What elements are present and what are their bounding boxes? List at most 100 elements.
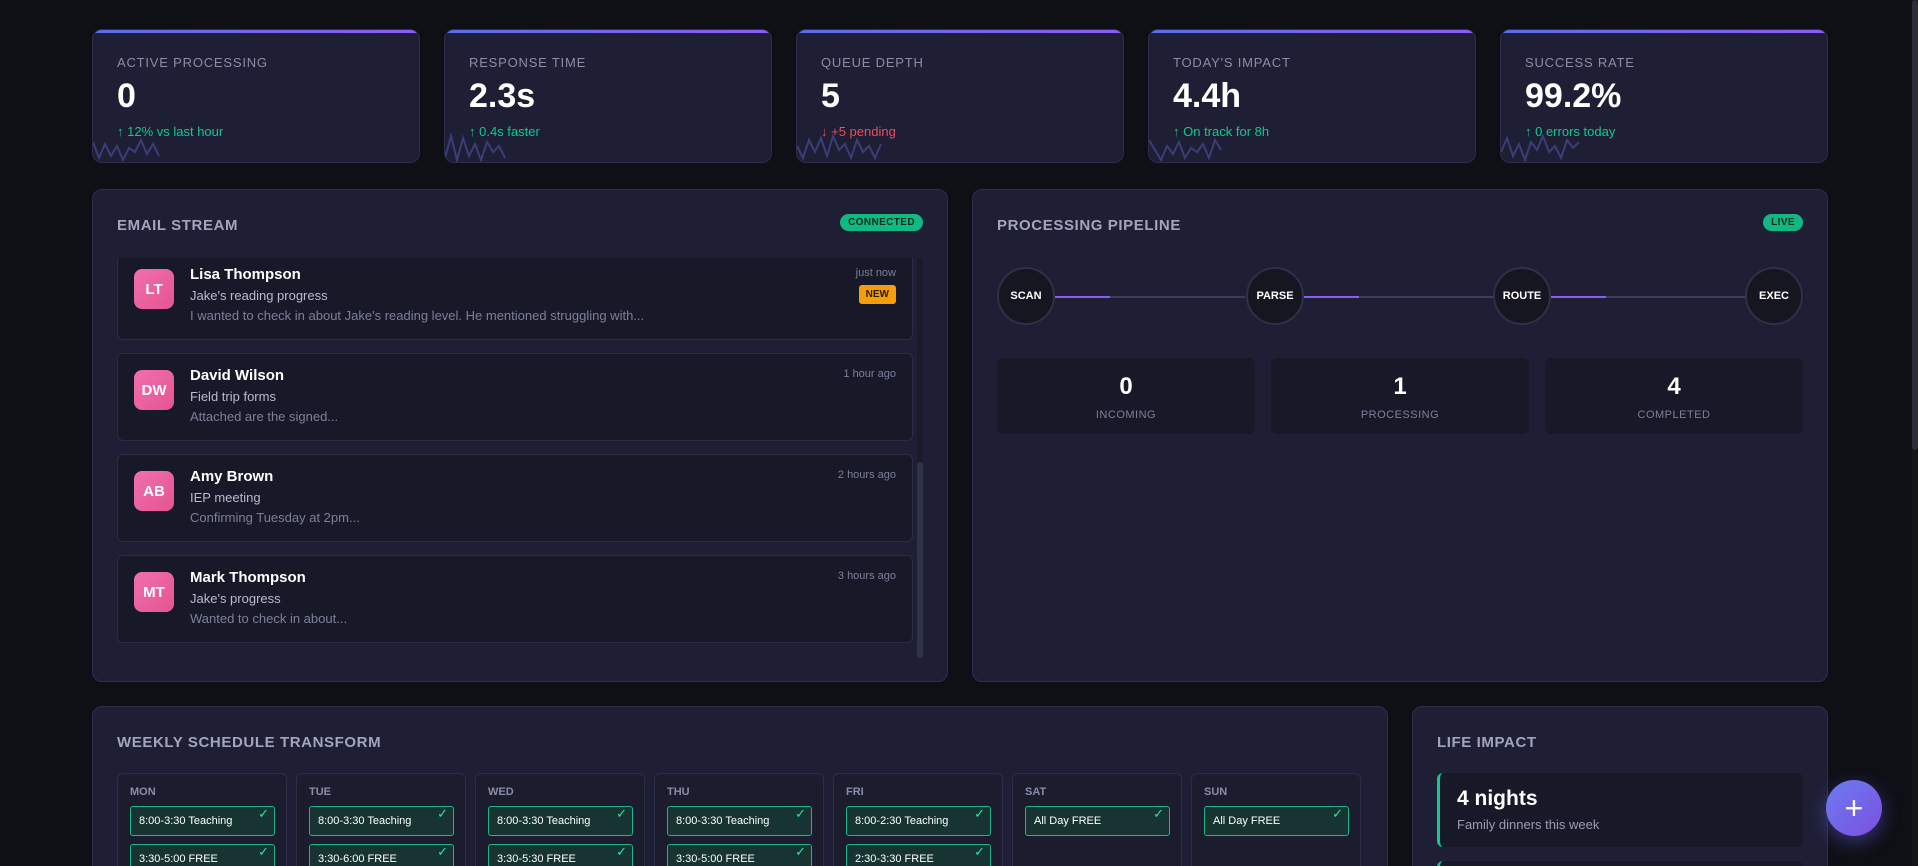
slot-label: 3:30-5:00 FREE	[676, 853, 755, 865]
check-icon: ✓	[437, 806, 448, 821]
email-time: 3 hours ago	[837, 570, 896, 582]
email-sender: Mark Thompson	[190, 569, 306, 586]
slot-label: 8:00-2:30 Teaching	[855, 815, 949, 827]
count-label: INCOMING	[1095, 409, 1157, 421]
stat-delta: ↑ 12% vs last hour	[117, 124, 224, 139]
avatar: MT	[134, 572, 174, 612]
pipeline-stage-route: ROUTE	[1493, 267, 1551, 325]
schedule-day-fri: FRI 8:00-2:30 Teaching ✓ 2:30-3:30 FREE ✓	[833, 773, 1003, 866]
impact-card: 4 nights Family dinners this week	[1437, 773, 1803, 847]
stat-value: 0	[117, 77, 136, 115]
day-name: SAT	[1025, 786, 1047, 798]
email-subject: Jake's reading progress	[190, 288, 328, 303]
check-icon: ✓	[974, 844, 985, 859]
email-item[interactable]: MT Mark Thompson Jake's progress Wanted …	[117, 555, 913, 643]
stat-card-queue-depth: QUEUE DEPTH 5 ↓ +5 pending	[796, 29, 1124, 163]
email-subject: Jake's progress	[190, 591, 281, 606]
stat-card-response-time: RESPONSE TIME 2.3s ↑ 0.4s faster	[444, 29, 772, 163]
stat-delta: ↑ 0.4s faster	[469, 124, 540, 139]
pipeline-count-incoming: 0 INCOMING	[997, 358, 1255, 434]
schedule-day-wed: WED 8:00-3:30 Teaching ✓ 3:30-5:30 FREE ✓	[475, 773, 645, 866]
pipeline-connector	[1551, 296, 1745, 298]
avatar: DW	[134, 370, 174, 410]
panel-title: WEEKLY SCHEDULE TRANSFORM	[117, 734, 382, 751]
status-badge: CONNECTED	[840, 214, 923, 231]
email-sender: Amy Brown	[190, 468, 274, 485]
schedule-slot[interactable]: 3:30-5:30 FREE ✓	[488, 844, 633, 866]
day-name: MON	[130, 786, 156, 798]
check-icon: ✓	[258, 806, 269, 821]
pipeline-count-processing: 1 PROCESSING	[1271, 358, 1529, 434]
avatar: LT	[134, 269, 174, 309]
check-icon: ✓	[616, 806, 627, 821]
schedule-day-sat: SAT All Day FREE ✓	[1012, 773, 1182, 866]
email-item[interactable]: DW David Wilson Field trip forms Attache…	[117, 353, 913, 441]
email-preview: I wanted to check in about Jake's readin…	[190, 308, 645, 323]
stat-card-active-processing: ACTIVE PROCESSING 0 ↑ 12% vs last hour	[92, 29, 420, 163]
check-icon: ✓	[795, 806, 806, 821]
email-subject: Field trip forms	[190, 389, 276, 404]
pipeline-stage-exec: EXEC	[1745, 267, 1803, 325]
schedule-slot[interactable]: 8:00-3:30 Teaching ✓	[130, 806, 275, 836]
stat-delta: ↓ +5 pending	[821, 124, 896, 139]
email-time: 1 hour ago	[843, 368, 896, 380]
pipeline-stage-scan: SCAN	[997, 267, 1055, 325]
email-sender: David Wilson	[190, 367, 285, 384]
stat-card-todays-impact: TODAY'S IMPACT 4.4h ↑ On track for 8h	[1148, 29, 1476, 163]
schedule-slot[interactable]: 2:30-3:30 FREE ✓	[846, 844, 991, 866]
schedule-slot[interactable]: 8:00-3:30 Teaching ✓	[309, 806, 454, 836]
stat-value: 5	[821, 77, 840, 115]
schedule-slot[interactable]: 8:00-2:30 Teaching ✓	[846, 806, 991, 836]
life-impact-panel: LIFE IMPACT 4 nights Family dinners this…	[1412, 706, 1828, 866]
weekly-schedule-panel: WEEKLY SCHEDULE TRANSFORM MON 8:00-3:30 …	[92, 706, 1388, 866]
schedule-slot[interactable]: 3:30-6:00 FREE ✓	[309, 844, 454, 866]
slot-label: All Day FREE	[1213, 815, 1281, 827]
check-icon: ✓	[795, 844, 806, 859]
slot-label: 2:30-3:30 FREE	[855, 853, 934, 865]
stat-value: 4.4h	[1173, 77, 1242, 115]
count-value: 4	[1667, 373, 1681, 400]
schedule-slot[interactable]: 8:00-3:30 Teaching ✓	[667, 806, 812, 836]
day-name: WED	[488, 786, 514, 798]
check-icon: ✓	[616, 844, 627, 859]
slot-label: 8:00-3:30 Teaching	[139, 815, 233, 827]
email-sender: Lisa Thompson	[190, 266, 301, 283]
slot-label: All Day FREE	[1034, 815, 1102, 827]
check-icon: ✓	[974, 806, 985, 821]
schedule-slot[interactable]: 3:30-5:00 FREE ✓	[667, 844, 812, 866]
count-label: COMPLETED	[1637, 409, 1711, 421]
email-time: just now	[855, 267, 896, 279]
schedule-slot[interactable]: All Day FREE ✓	[1204, 806, 1349, 836]
avatar: AB	[134, 471, 174, 511]
plus-icon: +	[1844, 789, 1864, 826]
page-scroll-thumb[interactable]	[1912, 0, 1918, 450]
email-preview: Attached are the signed...	[190, 409, 339, 424]
day-name: FRI	[846, 786, 864, 798]
stat-card-success-rate: SUCCESS RATE 99.2% ↑ 0 errors today	[1500, 29, 1828, 163]
email-list-scroll-thumb[interactable]	[917, 462, 923, 658]
status-badge: LIVE	[1763, 214, 1803, 231]
schedule-slot[interactable]: All Day FREE ✓	[1025, 806, 1170, 836]
check-icon: ✓	[258, 844, 269, 859]
email-item[interactable]: LT Lisa Thompson Jake's reading progress…	[117, 258, 913, 340]
impact-description: Family dinners this week	[1457, 817, 1600, 832]
dashboard: ACTIVE PROCESSING 0 ↑ 12% vs last hour R…	[4, 0, 1917, 866]
add-button[interactable]: +	[1826, 780, 1882, 836]
email-preview: Wanted to check in about...	[190, 611, 348, 626]
check-icon: ✓	[437, 844, 448, 859]
count-label: PROCESSING	[1360, 409, 1440, 421]
stat-label: ACTIVE PROCESSING	[117, 55, 268, 70]
panel-title: EMAIL STREAM	[117, 217, 239, 234]
slot-label: 8:00-3:30 Teaching	[497, 815, 591, 827]
schedule-slot[interactable]: 8:00-3:30 Teaching ✓	[488, 806, 633, 836]
pipeline-connector	[1055, 296, 1245, 298]
day-name: THU	[667, 786, 690, 798]
count-value: 0	[1119, 373, 1133, 400]
pipeline-stage-parse: PARSE	[1246, 267, 1304, 325]
email-item[interactable]: AB Amy Brown IEP meeting Confirming Tues…	[117, 454, 913, 542]
check-icon: ✓	[1153, 806, 1164, 821]
impact-card	[1437, 861, 1803, 866]
processing-pipeline-panel: PROCESSING PIPELINE LIVE SCAN PARSE ROUT…	[972, 189, 1828, 682]
schedule-slot[interactable]: 3:30-5:00 FREE ✓	[130, 844, 275, 866]
day-name: TUE	[309, 786, 331, 798]
